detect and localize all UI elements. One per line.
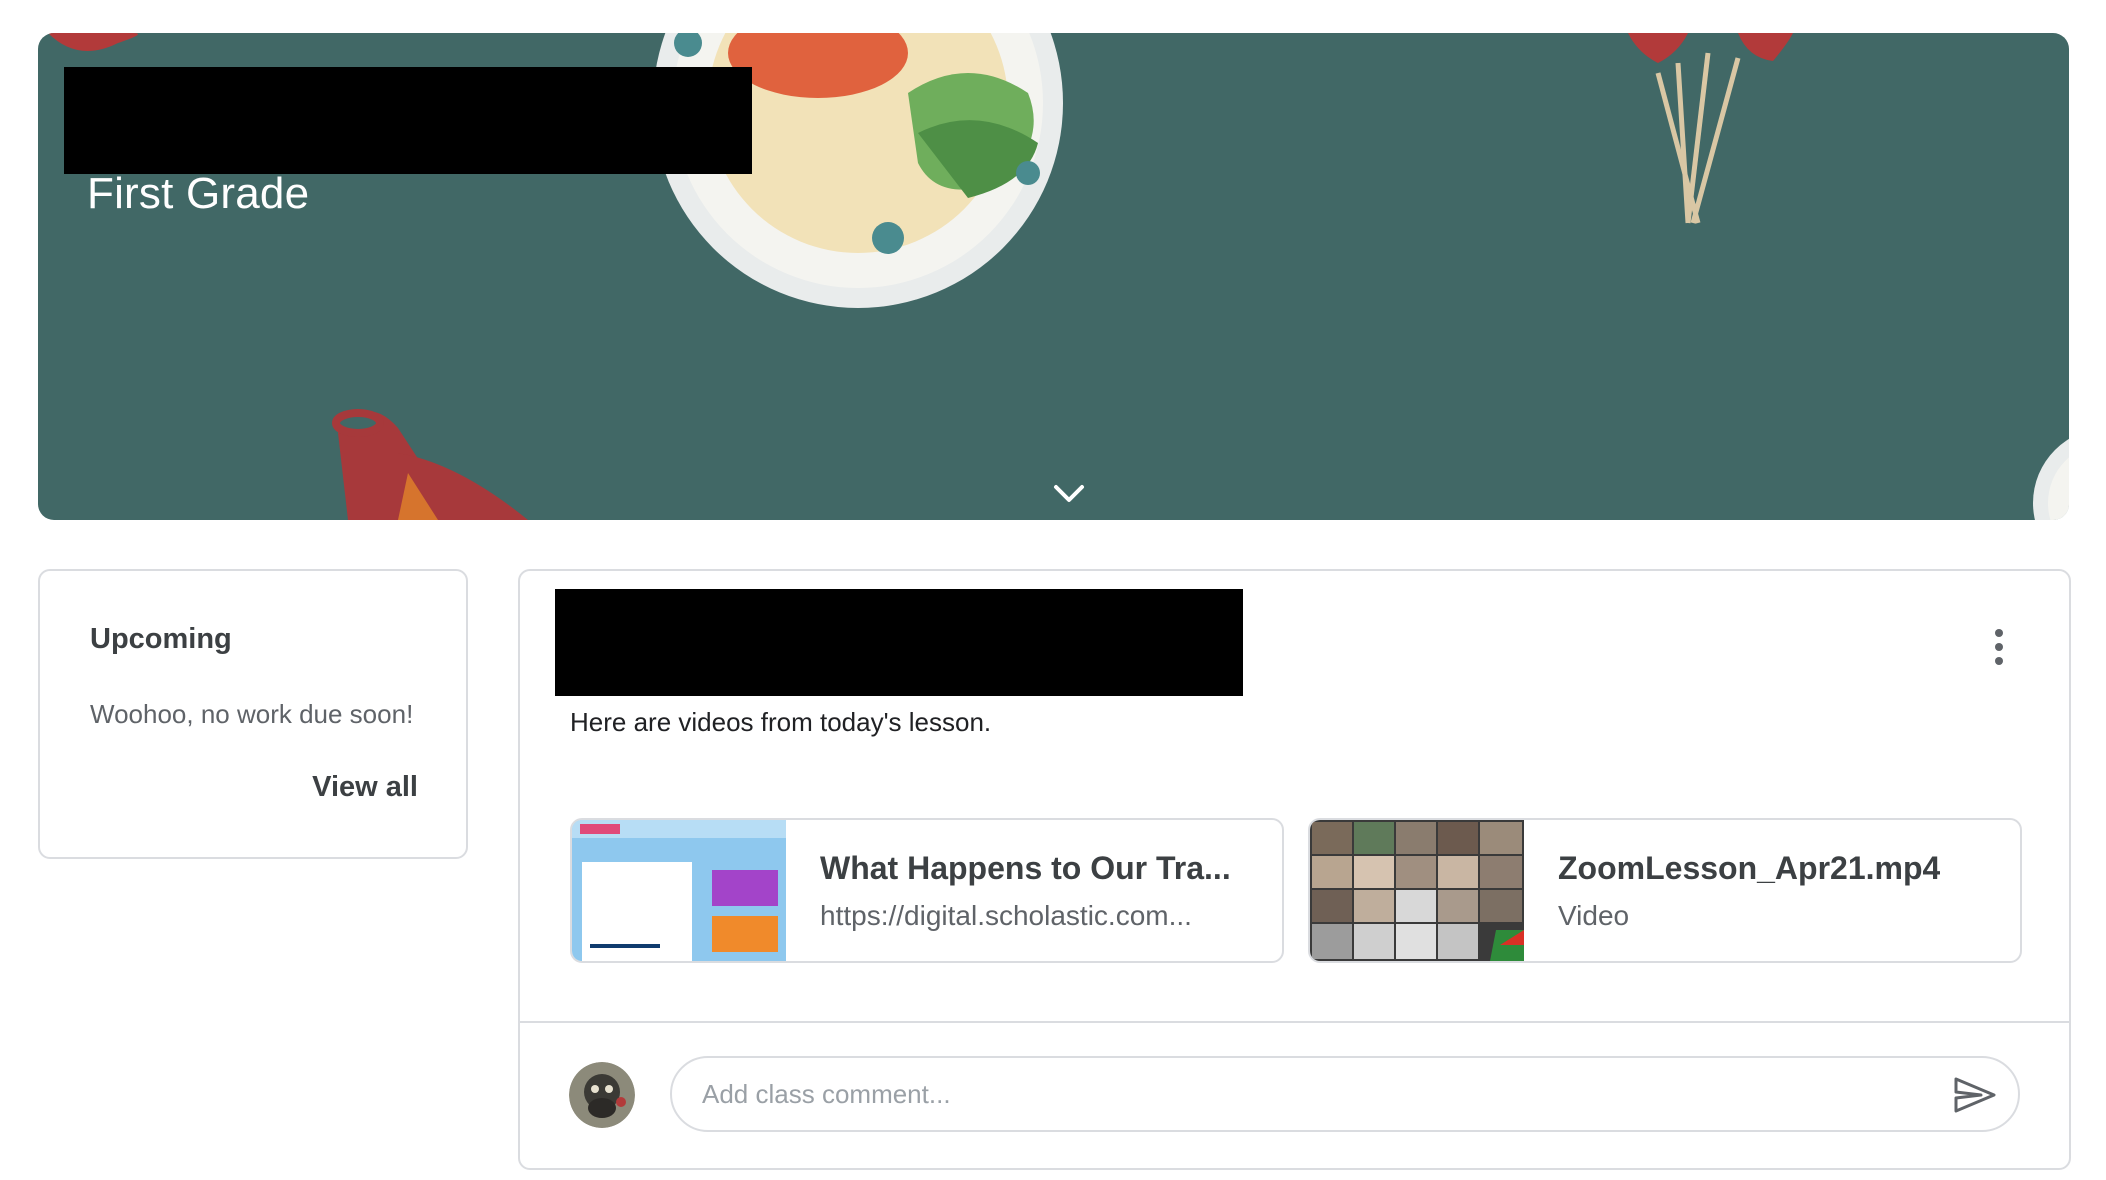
class-comment-input[interactable] <box>670 1056 2020 1132</box>
attachment-title: ZoomLesson_Apr21.mp4 <box>1558 850 1941 886</box>
upcoming-message: Woohoo, no work due soon! <box>90 699 414 729</box>
post-divider <box>520 1021 2069 1023</box>
user-avatar <box>569 1062 635 1128</box>
link-thumbnail <box>572 820 786 961</box>
announcement-card: Here are videos from today's lesson. Wha… <box>518 569 2071 1170</box>
send-icon[interactable] <box>1953 1076 1997 1114</box>
view-all-link[interactable]: View all <box>312 771 418 804</box>
chevron-down-icon[interactable] <box>1052 481 1086 505</box>
video-thumbnail <box>1310 820 1524 961</box>
announcement-text: Here are videos from today's lesson. <box>570 707 992 737</box>
more-vert-icon[interactable] <box>1989 627 2009 667</box>
attachment-video-card[interactable]: ZoomLesson_Apr21.mp4 Video <box>1308 818 2022 963</box>
upcoming-card: Upcoming Woohoo, no work due soon! View … <box>38 569 468 859</box>
classroom-stream-page: First Grade Upcoming Woohoo, no work due… <box>0 0 2106 1180</box>
redacted-region <box>64 67 752 174</box>
class-title: First Grade <box>87 169 310 218</box>
attachment-link-card[interactable]: What Happens to Our Tra... https://digit… <box>570 818 1284 963</box>
attachment-type: Video <box>1558 900 1630 931</box>
class-banner: First Grade <box>38 33 2069 520</box>
upcoming-title: Upcoming <box>90 623 232 655</box>
redacted-region <box>555 589 1243 696</box>
attachment-title: What Happens to Our Tra... <box>820 850 1231 886</box>
attachment-url: https://digital.scholastic.com... <box>820 900 1192 931</box>
